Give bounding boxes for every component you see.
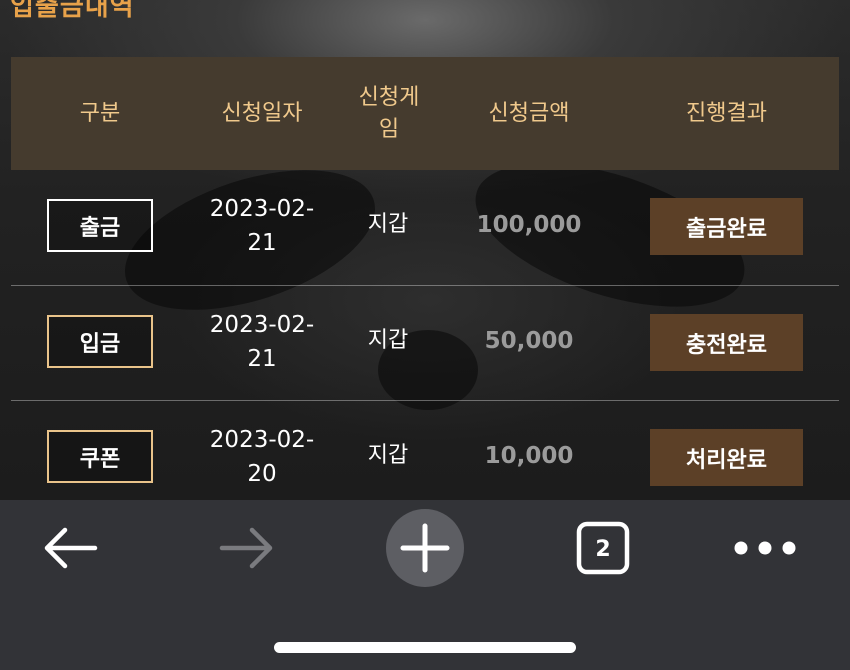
more-options-button[interactable] bbox=[725, 512, 805, 584]
column-header-type: 구분 bbox=[79, 100, 121, 126]
request-amount: 50,000 bbox=[484, 328, 574, 354]
new-tab-plus-icon bbox=[386, 509, 464, 587]
forward-arrow-icon bbox=[219, 527, 273, 569]
tab-switcher-button[interactable]: 2 bbox=[563, 512, 643, 584]
request-game: 지갑 bbox=[367, 328, 409, 353]
new-tab-button[interactable] bbox=[385, 509, 465, 587]
column-header-game: 신청게임 bbox=[358, 84, 420, 142]
result-status-button[interactable]: 충전완료 bbox=[650, 314, 803, 371]
column-header-date: 신청일자 bbox=[221, 100, 303, 126]
forward-button[interactable] bbox=[207, 512, 287, 584]
table-row: 출금 2023-02-21 지갑 100,000 출금완료 bbox=[11, 170, 839, 284]
type-badge: 출금 bbox=[47, 199, 153, 252]
tab-count: 2 bbox=[595, 537, 610, 562]
table-header: 구분 신청일자 신청게임 신청금액 진행결과 bbox=[11, 57, 839, 170]
type-badge: 입금 bbox=[47, 315, 153, 368]
table-row: 쿠폰 2023-02-20 지갑 10,000 처리완료 bbox=[11, 401, 839, 500]
result-status-button[interactable]: 처리완료 bbox=[650, 429, 803, 486]
request-game: 지갑 bbox=[367, 212, 409, 237]
back-arrow-icon bbox=[44, 527, 98, 569]
more-options-icon bbox=[734, 541, 796, 555]
home-indicator bbox=[274, 642, 576, 653]
column-header-amount: 신청금액 bbox=[488, 100, 570, 126]
tab-switcher-icon: 2 bbox=[576, 521, 630, 575]
table-row: 입금 2023-02-21 지갑 50,000 충전완료 bbox=[11, 286, 839, 400]
request-amount: 10,000 bbox=[484, 443, 574, 469]
back-button[interactable] bbox=[30, 512, 110, 584]
page-content: 입출금내역 구분 신청일자 신청게임 신청금액 진행결과 출금 2023-02-… bbox=[0, 0, 850, 500]
request-game: 지갑 bbox=[367, 443, 409, 468]
request-date: 2023-02-20 bbox=[209, 427, 315, 487]
request-amount: 100,000 bbox=[476, 212, 582, 238]
column-header-result: 진행결과 bbox=[686, 100, 767, 126]
request-date: 2023-02-21 bbox=[209, 312, 315, 372]
browser-toolbar: 2 bbox=[0, 500, 850, 670]
type-badge: 쿠폰 bbox=[47, 430, 153, 483]
request-date: 2023-02-21 bbox=[209, 196, 315, 256]
page-title: 입출금내역 bbox=[10, 0, 135, 22]
result-status-button[interactable]: 출금완료 bbox=[650, 198, 803, 255]
